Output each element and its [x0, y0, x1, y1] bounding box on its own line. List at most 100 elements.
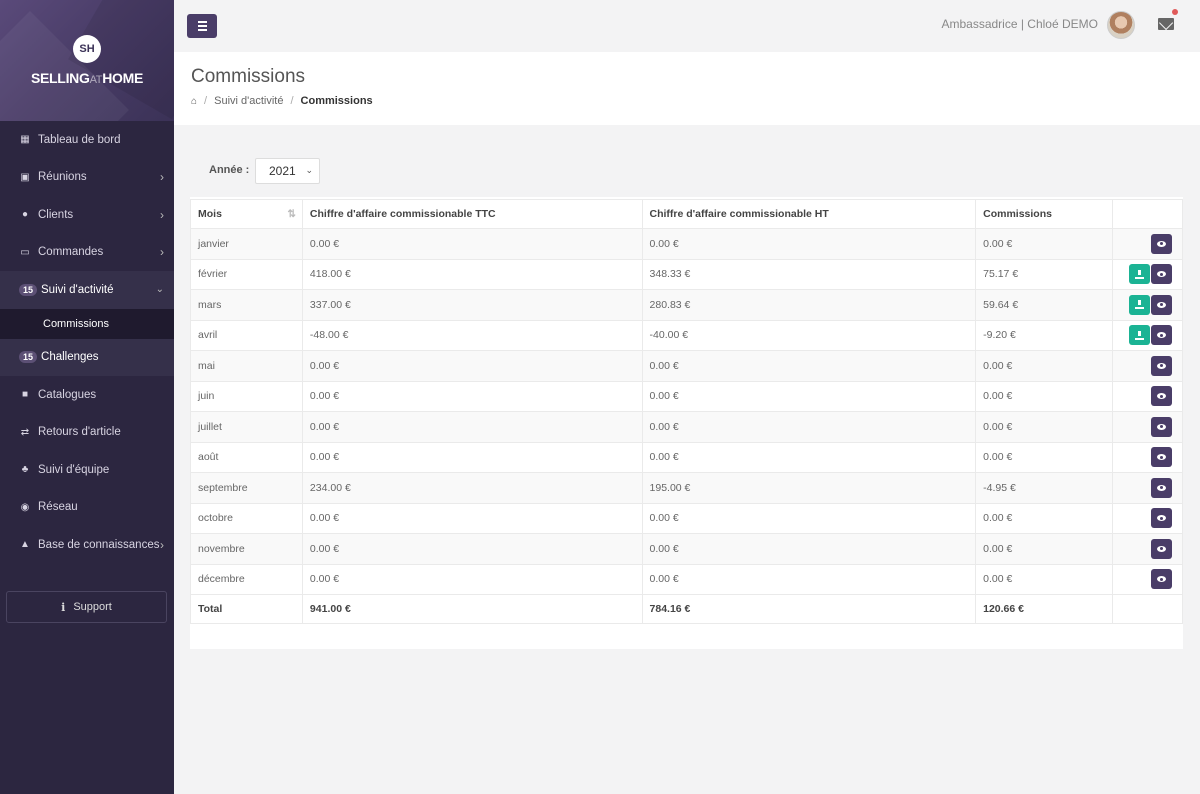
- year-filter: Année : 2021 ⌄: [190, 142, 1183, 198]
- row-actions: [1112, 472, 1183, 504]
- view-button[interactable]: [1151, 538, 1172, 559]
- sidebar: SH SELLINGATHOME ▦ Tableau de bord ▣ Réu…: [0, 0, 174, 794]
- cell-ht: 0.00 €: [641, 563, 977, 595]
- sidebar-item-clients[interactable]: ● Clients ›: [0, 196, 174, 234]
- sidebar-item-reseau[interactable]: ◉ Réseau: [0, 489, 174, 527]
- page-header: Commissions ⌂ / Suivi d'activité / Commi…: [174, 52, 1200, 125]
- total-ttc: 941.00 €: [301, 594, 643, 624]
- cell-mois: mai: [190, 350, 303, 382]
- row-actions: [1112, 319, 1183, 351]
- sidebar-item-commandes[interactable]: ▭ Commandes ›: [0, 234, 174, 272]
- table-row: avril -48.00 € -40.00 € -9.20 €: [190, 319, 1183, 351]
- sidebar-item-label: Clients: [38, 208, 74, 221]
- cell-com: 0.00 €: [975, 380, 1114, 412]
- cell-ht: 195.00 €: [641, 472, 977, 504]
- view-button[interactable]: [1151, 508, 1172, 529]
- brand-logo[interactable]: SH SELLINGATHOME: [0, 0, 174, 121]
- sidebar-item-suivi-activite[interactable]: 15 Suivi d'activité ⌄: [0, 271, 174, 309]
- eye-icon: [1157, 393, 1166, 400]
- sidebar-item-suivi-equipe[interactable]: ♣ Suivi d'équipe: [0, 451, 174, 489]
- chevron-right-icon: ›: [160, 245, 164, 260]
- sort-icon[interactable]: ⇅: [288, 209, 296, 220]
- cell-ht: 0.00 €: [641, 441, 977, 473]
- cell-mois: décembre: [190, 563, 303, 595]
- menu-toggle-button[interactable]: [187, 14, 217, 38]
- sidebar-item-label: Base de connaissances: [38, 538, 160, 551]
- view-button[interactable]: [1151, 447, 1172, 468]
- cell-ttc: 234.00 €: [301, 472, 643, 504]
- avatar[interactable]: [1107, 11, 1135, 39]
- sidebar-subitem-commissions[interactable]: Commissions: [0, 308, 174, 339]
- view-button[interactable]: [1151, 355, 1172, 376]
- sidebar-item-label: Suivi d'activité: [41, 283, 114, 296]
- row-actions: [1112, 502, 1183, 534]
- download-button[interactable]: [1129, 264, 1150, 285]
- row-actions: [1112, 563, 1183, 595]
- column-header-ttc: Chiffre d'affaire commissionable TTC: [301, 199, 643, 229]
- table-row: août 0.00 €0.00 €0.00 €: [190, 441, 1183, 473]
- chevron-right-icon: ›: [160, 170, 164, 185]
- cell-ttc: 0.00 €: [301, 502, 643, 534]
- download-icon: [1135, 300, 1144, 310]
- cell-com: 0.00 €: [975, 502, 1114, 534]
- view-button[interactable]: [1151, 477, 1172, 498]
- cell-ttc: -48.00 €: [301, 319, 643, 351]
- sidebar-item-retours[interactable]: ⇄ Retours d'article: [0, 414, 174, 452]
- sidebar-item-challenges[interactable]: 15 Challenges: [0, 338, 174, 376]
- cell-mois: février: [190, 258, 303, 290]
- sidebar-item-base-connaissances[interactable]: ▲ Base de connaissances ›: [0, 526, 174, 564]
- cell-com: 0.00 €: [975, 411, 1114, 443]
- home-icon[interactable]: ⌂: [191, 96, 197, 107]
- globe-icon: ◉: [20, 501, 30, 513]
- cell-mois: juin: [190, 380, 303, 412]
- sidebar-item-label: Retours d'article: [38, 426, 121, 439]
- cell-ttc: 0.00 €: [301, 441, 643, 473]
- user-info[interactable]: Ambassadrice | Chloé DEMO: [941, 17, 1098, 31]
- view-button[interactable]: [1151, 294, 1172, 315]
- breadcrumb-current: Commissions: [300, 95, 373, 107]
- eye-icon: [1157, 423, 1166, 430]
- sidebar-item-catalogues[interactable]: ■ Catalogues: [0, 376, 174, 414]
- view-button[interactable]: [1151, 416, 1172, 437]
- row-actions: [1112, 258, 1183, 290]
- notification-dot: [1172, 9, 1178, 15]
- brand-name: SELLINGATHOME: [30, 70, 144, 86]
- cell-ht: 0.00 €: [641, 502, 977, 534]
- year-select[interactable]: 2021 ⌄: [255, 158, 320, 184]
- view-button[interactable]: [1151, 386, 1172, 407]
- eye-icon: [1157, 454, 1166, 461]
- view-button[interactable]: [1151, 569, 1172, 590]
- card-icon: ▭: [20, 246, 30, 258]
- breadcrumb-link[interactable]: Suivi d'activité: [214, 95, 283, 107]
- eye-icon: [1157, 271, 1166, 278]
- sidebar-item-label: Challenges: [41, 351, 99, 364]
- commissions-table: Mois ⇅ Chiffre d'affaire commissionable T…: [190, 199, 1183, 624]
- calendar-icon: ▣: [20, 171, 30, 183]
- cell-com: 0.00 €: [975, 228, 1114, 260]
- mail-icon[interactable]: [1158, 18, 1174, 30]
- cell-mois: août: [190, 441, 303, 473]
- sidebar-item-label: Commandes: [38, 246, 104, 259]
- sidebar-item-tableau-de-bord[interactable]: ▦ Tableau de bord: [0, 121, 174, 159]
- table-row: janvier 0.00 €0.00 €0.00 €: [190, 228, 1183, 260]
- view-button[interactable]: [1151, 233, 1172, 254]
- eye-icon: [1157, 362, 1166, 369]
- row-actions: [1112, 380, 1183, 412]
- total-ht: 784.16 €: [641, 594, 977, 624]
- download-button[interactable]: [1129, 325, 1150, 346]
- support-button[interactable]: i Support: [6, 591, 167, 623]
- table-row: décembre 0.00 €0.00 €0.00 €: [190, 563, 1183, 595]
- cell-ht: 0.00 €: [641, 350, 977, 382]
- cell-ht: 0.00 €: [641, 228, 977, 260]
- breadcrumb: ⌂ / Suivi d'activité / Commissions: [191, 95, 373, 107]
- activity-count-badge: 15: [19, 283, 38, 296]
- download-button[interactable]: [1129, 294, 1150, 315]
- cell-ttc: 0.00 €: [301, 228, 643, 260]
- eye-icon: [1157, 240, 1166, 247]
- view-button[interactable]: [1151, 325, 1172, 346]
- cell-com: 75.17 €: [975, 258, 1114, 290]
- view-button[interactable]: [1151, 264, 1172, 285]
- column-header-mois[interactable]: Mois ⇅: [190, 199, 303, 229]
- eye-icon: [1157, 332, 1166, 339]
- sidebar-item-reunions[interactable]: ▣ Réunions ›: [0, 159, 174, 197]
